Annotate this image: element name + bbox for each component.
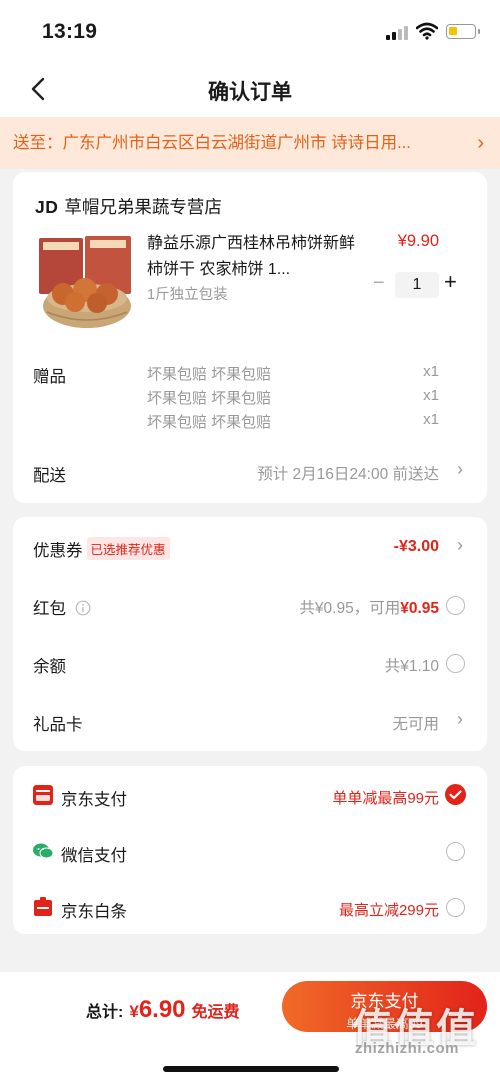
gift-qty: x1 <box>423 387 439 404</box>
coupon-label: 优惠券 已选推荐优惠 <box>33 537 170 561</box>
gift-item: 坏果包赔 坏果包赔 <box>147 414 272 431</box>
payment-radio[interactable] <box>446 842 465 861</box>
quantity-input[interactable]: 1 <box>395 272 439 298</box>
wifi-icon <box>416 22 438 40</box>
nav-bar: 确认订单 <box>0 62 500 117</box>
payment-promo: 最高立减299元 <box>338 902 439 919</box>
delivery-estimate: 预计 2月16日24:00 前送达 <box>257 466 439 483</box>
quantity-plus-button[interactable]: + <box>444 269 457 295</box>
product-spec: 1斤独立包装 <box>147 287 228 303</box>
payment-label: 微信支付 <box>61 847 127 865</box>
gift-card-value: 无可用 <box>392 716 439 733</box>
product-name[interactable]: 静益乐源广西桂林吊柿饼新鲜柿饼干 农家柿饼 1... <box>147 231 367 283</box>
baitiao-icon <box>34 897 52 916</box>
home-indicator[interactable] <box>163 1066 339 1072</box>
delivery-address-banner[interactable]: 送至：广东广州市白云区白云湖街道广州市 诗诗日用... › <box>0 117 500 169</box>
coupon-value: -¥3.00 <box>393 538 439 555</box>
wechat-pay-icon <box>33 843 53 859</box>
order-total: 总计: ¥6.90 免运费 <box>86 996 240 1024</box>
discounts-card: 优惠券 已选推荐优惠 -¥3.00 › 红包 共¥0.95，可用¥0.95 余额 … <box>13 517 487 751</box>
coupon-tag: 已选推荐优惠 <box>86 537 170 560</box>
chevron-right-icon: › <box>457 709 463 729</box>
product-image[interactable] <box>35 232 139 332</box>
gift-qty: x1 <box>423 411 439 428</box>
chevron-right-icon: › <box>477 132 484 154</box>
jd-logo: JD <box>35 197 59 217</box>
checkmark-circle-icon[interactable] <box>445 784 466 805</box>
gift-item: 坏果包赔 坏果包赔 <box>147 390 272 407</box>
red-packet-radio[interactable] <box>446 596 465 615</box>
jd-pay-icon <box>33 785 53 805</box>
chevron-right-icon: › <box>457 459 463 479</box>
gift-card-label: 礼品卡 <box>33 716 83 734</box>
status-bar: 13:19 <box>0 0 500 62</box>
payment-label: 京东白条 <box>61 903 127 921</box>
address-text: 送至：广东广州市白云区白云湖街道广州市 诗诗日用... <box>13 134 411 152</box>
balance-radio[interactable] <box>446 654 465 673</box>
shipping-note: 免运费 <box>191 1004 240 1021</box>
info-icon[interactable] <box>75 600 91 616</box>
currency-symbol: ¥ <box>129 1002 139 1021</box>
delivery-label: 配送 <box>33 467 66 485</box>
watermark-site: zhizhizhi.com <box>355 1040 459 1057</box>
payment-methods-card: 京东支付 单单减最高99元 微信支付 京东白条 最高立减299元 <box>13 766 487 934</box>
total-amount: 6.90 <box>138 996 186 1023</box>
gift-item: 坏果包赔 坏果包赔 <box>147 366 272 383</box>
chevron-right-icon: › <box>457 535 463 555</box>
red-packet-label: 红包 <box>33 595 91 619</box>
page-title: 确认订单 <box>208 81 292 104</box>
product-price: ¥9.90 <box>397 232 439 250</box>
store-name[interactable]: JD 草帽兄弟果蔬专营店 <box>35 194 222 219</box>
red-packet-value: 共¥0.95，可用¥0.95 <box>299 600 439 617</box>
balance-label: 余额 <box>33 658 66 676</box>
payment-radio[interactable] <box>446 898 465 917</box>
total-label: 总计: <box>86 1004 124 1021</box>
payment-promo: 单单减最高99元 <box>332 790 439 807</box>
quantity-minus-button[interactable]: − <box>373 272 385 295</box>
status-time: 13:19 <box>42 20 98 43</box>
gift-qty: x1 <box>423 363 439 380</box>
balance-value: 共¥1.10 <box>384 658 439 675</box>
order-card: JD 草帽兄弟果蔬专营店 静益乐源广西桂林吊柿饼新鲜柿饼干 农家柿饼 1... 1… <box>13 172 487 503</box>
gifts-label: 赠品 <box>33 368 66 386</box>
signal-icon <box>386 26 408 40</box>
payment-label: 京东支付 <box>61 791 127 809</box>
battery-icon <box>446 24 480 39</box>
